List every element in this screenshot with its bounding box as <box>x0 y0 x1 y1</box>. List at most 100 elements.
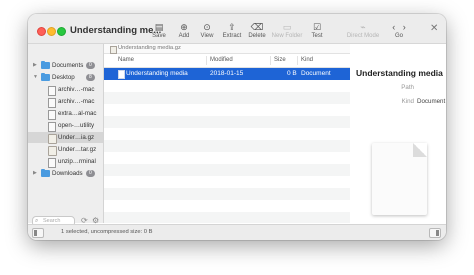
title-bar: Understanding me... ▤ Save ⊕ Add ⊙ View … <box>28 14 446 44</box>
file-icon <box>48 98 56 108</box>
sidebar-item-desktop[interactable]: ▼ Desktop 8 <box>28 72 103 83</box>
sidebar-item-label: Documents <box>52 62 84 69</box>
go-button[interactable]: ‹ › Go <box>382 21 416 39</box>
empty-row <box>104 164 350 176</box>
delete-icon: ⌫ <box>250 22 264 32</box>
file-icon <box>48 86 56 96</box>
go-label: Go <box>394 33 403 39</box>
sidebar: ▶ Documents 0 ▼ Desktop 8 archiv…-mac ar… <box>28 44 104 227</box>
archive-icon <box>110 46 117 54</box>
empty-row <box>104 80 350 92</box>
file-list: Name Modified Size Kind Understanding me… <box>104 54 350 223</box>
row-kind: Document <box>301 70 331 77</box>
forward-icon[interactable]: › <box>403 22 406 32</box>
column-size[interactable]: Size <box>274 54 286 67</box>
sidebar-item-label: Under…tar.gz <box>58 146 97 153</box>
archive-icon <box>48 146 57 156</box>
close-button[interactable] <box>37 27 46 36</box>
test-icon: ☑ <box>312 22 322 32</box>
sidebar-item-label: open-…utility <box>58 122 95 129</box>
sidebar-item-understanding-gz[interactable]: Under…ia.gz <box>28 132 103 144</box>
count-badge: 0 <box>86 62 95 69</box>
sidebar-item-archive-1[interactable]: archiv…-mac <box>28 84 103 96</box>
path-text: Understanding media.gz <box>118 45 181 51</box>
column-header: Name Modified Size Kind <box>104 54 350 68</box>
status-text: 1 selected, uncompressed size: 0 B <box>61 229 153 235</box>
empty-row <box>104 128 350 140</box>
sidebar-item-label: Downloads <box>52 170 83 177</box>
close-x-icon[interactable]: ✕ <box>430 23 438 34</box>
sidebar-item-documents[interactable]: ▶ Documents 0 <box>28 60 103 71</box>
status-bar: 1 selected, uncompressed size: 0 B <box>28 224 446 240</box>
file-icon <box>48 158 56 168</box>
sidebar-item-archive-2[interactable]: archiv…-mac <box>28 96 103 108</box>
column-name[interactable]: Name <box>118 54 134 67</box>
count-badge: 8 <box>86 74 95 81</box>
empty-row <box>104 140 350 152</box>
sidebar-item-label: extra…al-mac <box>58 110 97 117</box>
document-icon <box>118 70 125 79</box>
column-divider[interactable] <box>206 56 207 65</box>
test-button[interactable]: ☑ Test <box>300 21 334 39</box>
file-icon <box>48 122 56 132</box>
toggle-preview-icon[interactable] <box>429 228 441 238</box>
empty-row <box>104 212 350 223</box>
kind-label: Kind <box>401 98 414 105</box>
row-modified: 2018-01-15 <box>210 70 244 77</box>
empty-row <box>104 188 350 200</box>
zoom-button[interactable] <box>57 27 66 36</box>
disclosure-right-icon[interactable]: ▶ <box>33 168 37 179</box>
direct-mode-label: Direct Mode <box>346 33 380 39</box>
path-label: Path <box>401 84 414 91</box>
app-window: Understanding me... ▤ Save ⊕ Add ⊙ View … <box>28 14 446 240</box>
count-badge: 0 <box>86 170 95 177</box>
path-bar: Understanding media.gz <box>104 44 350 54</box>
back-icon[interactable]: ‹ <box>392 22 395 32</box>
new-folder-button[interactable]: ▭ New Folder <box>270 21 304 39</box>
document-preview-icon <box>372 143 427 215</box>
delete-label: Delete <box>248 33 266 39</box>
column-divider[interactable] <box>297 56 298 65</box>
go-icon: ‹ › <box>382 21 416 33</box>
sidebar-item-label: Desktop <box>52 74 75 81</box>
table-row[interactable]: Understanding media 2018-01-15 0 B Docum… <box>104 68 350 80</box>
empty-row <box>104 116 350 128</box>
row-name: Understanding media <box>126 70 188 77</box>
add-label: Add <box>178 33 190 39</box>
row-size: 0 B <box>287 70 297 77</box>
view-label: View <box>200 33 214 39</box>
direct-mode-button[interactable]: ⌁ Direct Mode <box>346 21 380 39</box>
archive-icon <box>48 134 57 144</box>
delete-button[interactable]: ⌫ Delete <box>240 21 274 39</box>
column-kind[interactable]: Kind <box>301 54 313 67</box>
sidebar-item-understanding-tar[interactable]: Under…tar.gz <box>28 144 103 156</box>
toggle-sidebar-icon[interactable] <box>32 228 44 238</box>
preview-title: Understanding media <box>356 68 443 78</box>
empty-row <box>104 92 350 104</box>
column-modified[interactable]: Modified <box>210 54 233 67</box>
folder-icon <box>41 168 50 177</box>
folder-icon <box>41 72 50 81</box>
disclosure-right-icon[interactable]: ▶ <box>33 60 37 71</box>
empty-row <box>104 152 350 164</box>
sidebar-item-unzip-terminal[interactable]: unzip…rminal <box>28 156 103 168</box>
sidebar-item-label: unzip…rminal <box>58 158 96 165</box>
sidebar-item-downloads[interactable]: ▶ Downloads 0 <box>28 168 103 179</box>
test-label: Test <box>311 33 323 39</box>
sidebar-item-label: Under…ia.gz <box>58 134 95 141</box>
sidebar-item-label: archiv…-mac <box>58 98 95 105</box>
save-label: Save <box>152 33 166 39</box>
preview-pane: Understanding media Path Kind Document <box>351 44 446 223</box>
folder-icon <box>41 60 50 69</box>
empty-row <box>104 200 350 212</box>
sidebar-item-label: archiv…-mac <box>58 86 95 93</box>
page-fold <box>413 143 427 157</box>
sidebar-item-open-utility[interactable]: open-…utility <box>28 120 103 132</box>
sidebar-item-extract[interactable]: extra…al-mac <box>28 108 103 120</box>
direct-mode-icon: ⌁ <box>360 22 366 32</box>
minimize-button[interactable] <box>47 27 56 36</box>
kind-value: Document <box>417 98 446 105</box>
new-folder-label: New Folder <box>271 33 303 39</box>
column-divider[interactable] <box>270 56 271 65</box>
disclosure-down-icon[interactable]: ▼ <box>33 72 38 83</box>
